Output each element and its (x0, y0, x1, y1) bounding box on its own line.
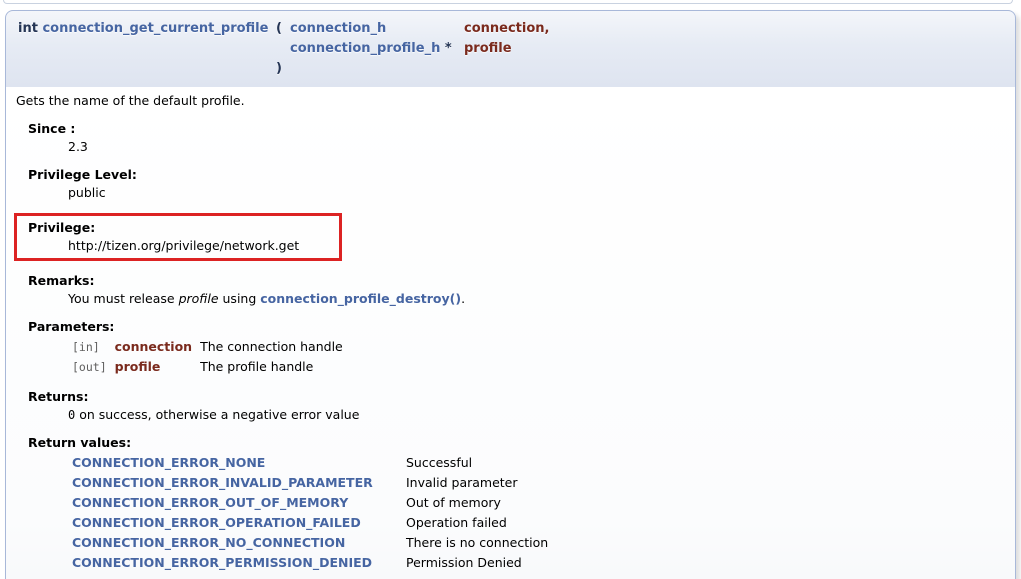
error-code-description: There is no connection (402, 533, 552, 553)
param-type-link[interactable]: connection_h (290, 21, 386, 36)
signature-table: int connection_get_current_profile ( con… (18, 19, 549, 79)
error-code-link[interactable]: CONNECTION_ERROR_OUT_OF_MEMORY (72, 495, 348, 510)
remarks-text: You must release profile using connectio… (68, 291, 1005, 307)
error-code-link[interactable]: CONNECTION_ERROR_PERMISSION_DENIED (72, 555, 372, 570)
return-value-row: CONNECTION_ERROR_OPERATION_FAILED Operat… (68, 513, 552, 533)
error-code-description: Permission Denied (402, 553, 552, 573)
param-description: The connection handle (196, 337, 347, 357)
signature-row-2: connection_profile_h * profile (18, 39, 549, 59)
error-code-link[interactable]: CONNECTION_ERROR_INVALID_PARAMETER (72, 475, 373, 490)
remarks-text-after: . (461, 291, 465, 306)
error-code-description: Invalid parameter (402, 473, 552, 493)
parameters-title: Parameters: (28, 319, 1005, 335)
returns-title: Returns: (28, 389, 1005, 405)
return-value-row: CONNECTION_ERROR_OUT_OF_MEMORY Out of me… (68, 493, 552, 513)
previous-block-bottom-edge (3, 0, 1013, 4)
privilege-url: http://tizen.org/privilege/network.get (68, 238, 331, 254)
close-paren: ) (276, 59, 290, 79)
error-code-link[interactable]: CONNECTION_ERROR_NONE (72, 455, 265, 470)
api-doc-page: int connection_get_current_profile ( con… (0, 0, 1021, 579)
parameter-row: [in] connection The connection handle (68, 337, 347, 357)
error-code-description: Operation failed (402, 513, 552, 533)
param-description: The profile handle (196, 357, 347, 377)
param-direction: [out] (68, 357, 111, 377)
param-type-suffix: * (445, 41, 452, 56)
error-code-link[interactable]: CONNECTION_ERROR_OPERATION_FAILED (72, 515, 361, 530)
signature-row-3: ) (18, 59, 549, 79)
parameters-table: [in] connection The connection handle [o… (68, 337, 347, 377)
function-description: Gets the name of the default profile. (16, 93, 1005, 109)
remarks-emphasis: profile (179, 291, 219, 306)
param-type-link[interactable]: connection_profile_h (290, 41, 440, 56)
error-code-link[interactable]: CONNECTION_ERROR_NO_CONNECTION (72, 535, 345, 550)
remarks-text-before: You must release (68, 291, 179, 306)
since-value: 2.3 (68, 139, 1005, 155)
return-type: int (18, 21, 38, 36)
return-value-row: CONNECTION_ERROR_NO_CONNECTION There is … (68, 533, 552, 553)
remarks-section: Remarks: You must release profile using … (28, 273, 1005, 307)
privilege-level-title: Privilege Level: (28, 167, 1005, 183)
param-name: profile (464, 39, 549, 59)
return-value-row: CONNECTION_ERROR_PERMISSION_DENIED Permi… (68, 553, 552, 573)
parameter-row: [out] profile The profile handle (68, 357, 347, 377)
open-paren: ( (276, 19, 290, 39)
param-name: connection, (464, 19, 549, 39)
return-values-section: Return values: CONNECTION_ERROR_NONE Suc… (28, 435, 1005, 573)
param-name: connection (111, 337, 196, 357)
function-signature: int connection_get_current_profile ( con… (5, 10, 1016, 87)
error-code-description: Out of memory (402, 493, 552, 513)
return-value-row: CONNECTION_ERROR_INVALID_PARAMETER Inval… (68, 473, 552, 493)
remarks-text-middle: using (219, 291, 261, 306)
privilege-title: Privilege: (28, 220, 331, 236)
parameters-section: Parameters: [in] connection The connecti… (28, 319, 1005, 377)
returns-text-rest: on success, otherwise a negative error v… (75, 407, 359, 422)
param-direction: [in] (68, 337, 111, 357)
signature-row-1: int connection_get_current_profile ( con… (18, 19, 549, 39)
remarks-title: Remarks: (28, 273, 1005, 289)
returns-section: Returns: 0 on success, otherwise a negat… (28, 389, 1005, 423)
since-section: Since : 2.3 (28, 121, 1005, 155)
return-values-title: Return values: (28, 435, 1005, 451)
param-name: profile (111, 357, 196, 377)
error-code-description: Successful (402, 453, 552, 473)
returns-text: 0 on success, otherwise a negative error… (68, 407, 1005, 423)
return-values-table: CONNECTION_ERROR_NONE Successful CONNECT… (68, 453, 552, 573)
privilege-highlight-box: Privilege: http://tizen.org/privilege/ne… (14, 213, 342, 261)
return-value-row: CONNECTION_ERROR_NONE Successful (68, 453, 552, 473)
function-doc-block: int connection_get_current_profile ( con… (5, 10, 1016, 579)
privilege-level-value: public (68, 185, 1005, 201)
destroy-function-link[interactable]: connection_profile_destroy() (260, 291, 461, 306)
function-name-link[interactable]: connection_get_current_profile (42, 21, 268, 36)
since-title: Since : (28, 121, 1005, 137)
privilege-level-section: Privilege Level: public (28, 167, 1005, 201)
function-documentation: Gets the name of the default profile. Si… (5, 87, 1016, 579)
